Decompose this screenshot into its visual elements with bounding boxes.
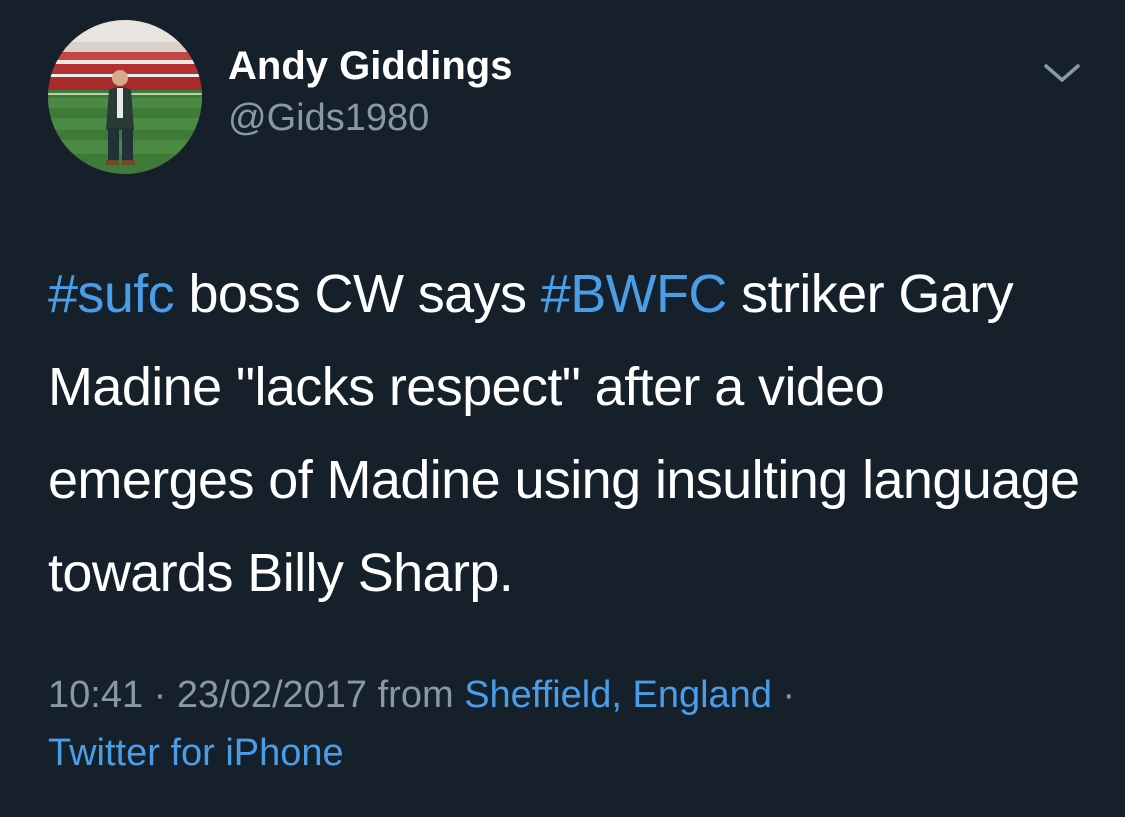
tweet-time: 10:41 [48,674,144,716]
hashtag-sufc[interactable]: #sufc [48,264,175,324]
tweet-meta: 10:41 · 23/02/2017 from Sheffield, Engla… [48,666,1098,782]
tweet-text-part-1: boss CW says [174,264,541,324]
chevron-down-icon [1044,64,1080,82]
user-handle[interactable]: @Gids1980 [228,92,512,144]
source-link[interactable]: Twitter for iPhone [48,732,344,774]
hashtag-bwfc[interactable]: #BWFC [541,264,728,324]
tweet-text: #sufc boss CW says #BWFC striker Gary Ma… [48,248,1098,620]
meta-from: from [367,674,465,716]
tweet-menu-button[interactable] [1040,58,1084,90]
avatar-photo [48,20,202,174]
avatar[interactable] [48,20,202,174]
tweet-card: Andy Giddings @Gids1980 #sufc boss CW sa… [0,0,1125,817]
tweet-date: 23/02/2017 [176,674,368,716]
display-name[interactable]: Andy Giddings [228,40,512,92]
author-info: Andy Giddings @Gids1980 [228,40,512,144]
meta-separator: · [143,674,177,716]
meta-separator: · [771,674,796,716]
location-link[interactable]: Sheffield, England [464,674,772,716]
